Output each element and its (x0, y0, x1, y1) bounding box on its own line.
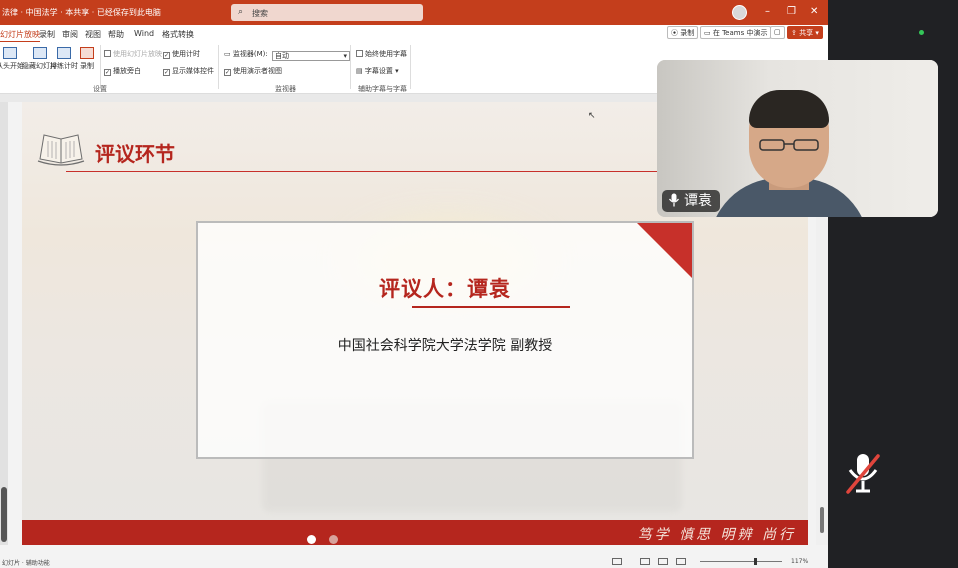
show-media-controls-checkbox[interactable]: ✓ 显示媒体控件 (163, 66, 214, 76)
scroll-thumb[interactable] (820, 507, 824, 533)
account-avatar[interactable] (732, 5, 747, 20)
ribbon-separator (410, 45, 411, 89)
glasses-icon (759, 139, 819, 151)
person-hair (749, 90, 829, 128)
rehearse-timings-button[interactable]: 排练计时 (50, 47, 78, 71)
use-timings-label: 使用计时 (172, 50, 200, 58)
subtitle-settings-button[interactable]: ▤ 字幕设置 ▾ (356, 66, 399, 76)
timer-icon (57, 47, 71, 59)
title-bar: 法律 · 中国法学 · 本共享 · 已经保存到此电脑 ⌕ 搜索 – ❐ ✕ (0, 0, 828, 25)
document-title: 法律 · 中国法学 · 本共享 · 已经保存到此电脑 (2, 8, 161, 17)
close-button[interactable]: ✕ (810, 6, 818, 17)
restore-button[interactable]: ❐ (787, 6, 796, 17)
subtitle-settings-label: 字幕设置 (364, 67, 393, 75)
ribbon-separator (350, 45, 351, 89)
play-narration-label: 播放旁白 (113, 67, 141, 75)
search-placeholder: 搜索 (252, 9, 268, 18)
tab-wind[interactable]: Wind (134, 29, 154, 38)
comments-icon[interactable]: ▢ (770, 26, 785, 39)
group-monitor-label: 监视器 (275, 85, 296, 93)
mic-muted-icon[interactable] (838, 448, 888, 498)
hide-slide-icon (32, 47, 47, 59)
group-captions-label: 辅助字幕与字幕 (358, 85, 407, 93)
slide-heading: 评议环节 (95, 142, 175, 166)
search-box[interactable]: ⌕ 搜索 (231, 4, 423, 21)
group-settings-label: 设置 (93, 85, 107, 93)
use-slideshow-checkbox[interactable]: 使用幻灯片放映 (104, 49, 162, 59)
reviewer-underline (412, 306, 570, 308)
notes-icon[interactable] (612, 558, 622, 565)
zoom-level[interactable]: 117% (791, 558, 808, 565)
chevron-down-icon: ▾ (343, 52, 347, 60)
search-icon: ⌕ (238, 7, 244, 17)
ribbon-separator (100, 45, 101, 89)
minimize-button[interactable]: – (765, 6, 770, 17)
reviewer-name: 评议人：谭袁 (379, 277, 511, 301)
zoom-slider-knob[interactable] (754, 558, 757, 565)
school-motto: 笃学 慎思 明辨 尚行 (637, 527, 796, 543)
tab-record[interactable]: 录制 (39, 29, 55, 40)
record-button[interactable]: ⦿ 录制 (667, 26, 699, 39)
teams-label: 在 Teams 中演示 (712, 29, 768, 37)
tab-format-convert[interactable]: 格式转换 (162, 29, 194, 40)
record-label: 录制 (680, 29, 695, 37)
scroll-thumb[interactable] (1, 487, 7, 542)
sorter-view-icon[interactable] (658, 558, 668, 565)
status-bar: 幻灯片 · 辅助功能 117% (0, 556, 828, 568)
slideshow-icon (3, 47, 17, 59)
tab-slideshow[interactable]: 幻灯片放映 (0, 29, 40, 43)
presenter-view-checkbox[interactable]: ✓ 使用演示者视图 (224, 66, 282, 76)
from-beginning-button[interactable]: 从头开始 (0, 47, 24, 71)
tab-view[interactable]: 视图 (85, 29, 101, 40)
slide-dot-active[interactable] (307, 535, 316, 544)
record-slideshow-label: 录制 (80, 62, 94, 70)
ribbon-separator (218, 45, 219, 89)
present-in-teams-button[interactable]: ▭ 在 Teams 中演示 (700, 26, 772, 39)
monitor-value: 自动 (274, 52, 289, 60)
slide-dot[interactable] (329, 535, 338, 544)
record-icon (80, 47, 94, 59)
status-left: 幻灯片 · 辅助功能 (2, 560, 50, 567)
participant-video[interactable]: 谭袁 (657, 60, 938, 217)
microphone-icon (668, 193, 680, 207)
zoom-slider[interactable] (700, 561, 782, 562)
rehearse-label: 排练计时 (50, 62, 78, 70)
from-beginning-label: 从头开始 (0, 62, 24, 70)
use-slideshow-label: 使用幻灯片放映 (113, 50, 162, 58)
status-indicator (919, 30, 924, 35)
menu-bar: 幻灯片放映 录制 审阅 视图 帮助 Wind 格式转换 ⦿ 录制 ▭ 在 Tea… (0, 25, 828, 43)
mouse-cursor-icon: ↖ (588, 111, 596, 121)
participant-name-tag: 谭袁 (662, 190, 720, 212)
subtitle-icon: ▤ (356, 67, 365, 75)
always-subtitles-checkbox[interactable]: 始终使用字幕 (356, 49, 407, 59)
thumbnail-scrollbar[interactable] (0, 102, 8, 545)
monitor-select[interactable]: ▭ 监视器(M): 自动 ▾ (224, 49, 350, 61)
reviewer-affiliation: 中国社会科学院大学法学院 副教授 (337, 338, 553, 354)
open-book-icon (37, 134, 85, 166)
record-slideshow-button[interactable]: 录制 (80, 47, 94, 71)
card-corner-accent (637, 223, 692, 278)
participant-name: 谭袁 (684, 193, 712, 209)
slide-footer: 笃学 慎思 明辨 尚行 (22, 520, 808, 545)
reading-view-icon[interactable] (676, 558, 686, 565)
use-timings-checkbox[interactable]: ✓ 使用计时 (163, 49, 200, 59)
tab-help[interactable]: 帮助 (108, 29, 124, 40)
reviewer-card: 评议人：谭袁 中国社会科学院大学法学院 副教授 (196, 221, 694, 459)
share-label: 共享 (799, 29, 814, 37)
always-subtitles-label: 始终使用字幕 (365, 50, 407, 58)
tab-review[interactable]: 审阅 (62, 29, 78, 40)
heading-underline (66, 171, 682, 172)
show-media-controls-label: 显示媒体控件 (172, 67, 214, 75)
play-narration-checkbox[interactable]: ✓ 播放旁白 (104, 66, 141, 76)
normal-view-icon[interactable] (640, 558, 650, 565)
monitor-label: 监视器(M): (232, 50, 268, 58)
share-button[interactable]: ⇪ 共享 ▾ (787, 26, 823, 39)
monitor-icon: ▭ (224, 50, 231, 58)
presenter-view-label: 使用演示者视图 (233, 67, 282, 75)
